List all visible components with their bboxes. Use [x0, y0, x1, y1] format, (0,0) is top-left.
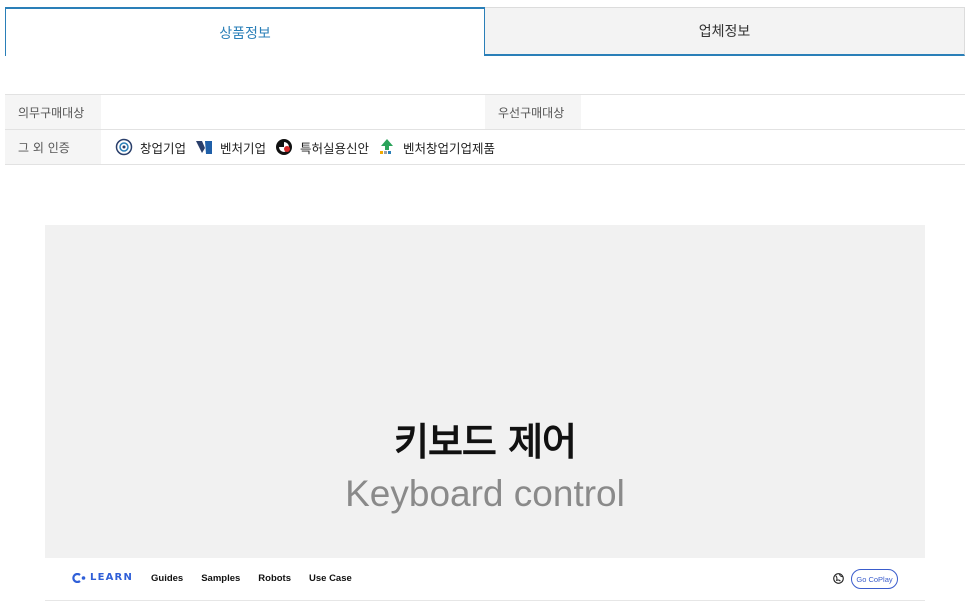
cert-venture-startup-product: 벤처창업기업제품 [378, 138, 495, 157]
tab-bar: 상품정보 업체정보 [5, 7, 965, 56]
cert-venture-startup-product-label: 벤처창업기업제품 [403, 140, 496, 156]
nav-link-use-case[interactable]: Use Case [309, 573, 352, 584]
learn-navbar: LEARN Guides Samples Robots Use Case Go … [45, 558, 925, 601]
cert-startup-label: 창업기업 [140, 140, 187, 156]
cert-patent-label: 특허실용신안 [300, 140, 370, 156]
cert-startup: 창업기업 [115, 138, 186, 157]
other-cert-label: 그 외 인증 [5, 130, 101, 164]
startup-cert-icon [115, 138, 133, 156]
cert-patent: 특허실용신안 [275, 138, 369, 157]
tab-company-info[interactable]: 업체정보 [485, 7, 965, 56]
cert-venture-label: 벤처기업 [220, 140, 267, 156]
coplay-logo-icon [72, 572, 86, 583]
tab-product-info[interactable]: 상품정보 [5, 7, 485, 56]
venture-cert-icon [196, 141, 213, 154]
purchase-target-row: 의무구매대상 우선구매대상 [5, 95, 965, 130]
logo-text: LEARN [90, 572, 134, 583]
priority-purchase-label: 우선구매대상 [485, 95, 581, 129]
hero-title: 키보드 제어 [393, 420, 577, 464]
mandatory-purchase-label: 의무구매대상 [5, 95, 101, 129]
hero-subtitle: Keyboard control [345, 473, 625, 514]
go-coplay-button[interactable]: Go CoPlay [851, 569, 898, 589]
hero-banner: 키보드 제어 Keyboard control [45, 225, 925, 558]
venture-startup-product-icon [380, 139, 394, 154]
nav-link-guides[interactable]: Guides [151, 573, 183, 584]
learn-logo[interactable]: LEARN [72, 572, 133, 583]
nav-link-robots[interactable]: Robots [258, 573, 291, 584]
other-cert-row: 그 외 인증 창업기업 벤처기업 특허실용신안 벤처창업기업제품 [5, 130, 965, 165]
cert-venture: 벤처기업 [195, 138, 266, 157]
nav-links: Guides Samples Robots Use Case [151, 573, 370, 584]
cert-list: 창업기업 벤처기업 특허실용신안 벤처창업기업제품 [101, 130, 504, 164]
nav-link-samples[interactable]: Samples [201, 573, 240, 584]
patent-cert-icon [276, 139, 293, 155]
purchase-info-table: 의무구매대상 우선구매대상 그 외 인증 창업기업 벤처기업 특허실용신안 벤처… [5, 94, 965, 165]
globe-icon[interactable] [833, 573, 844, 584]
mandatory-purchase-value [101, 95, 485, 129]
